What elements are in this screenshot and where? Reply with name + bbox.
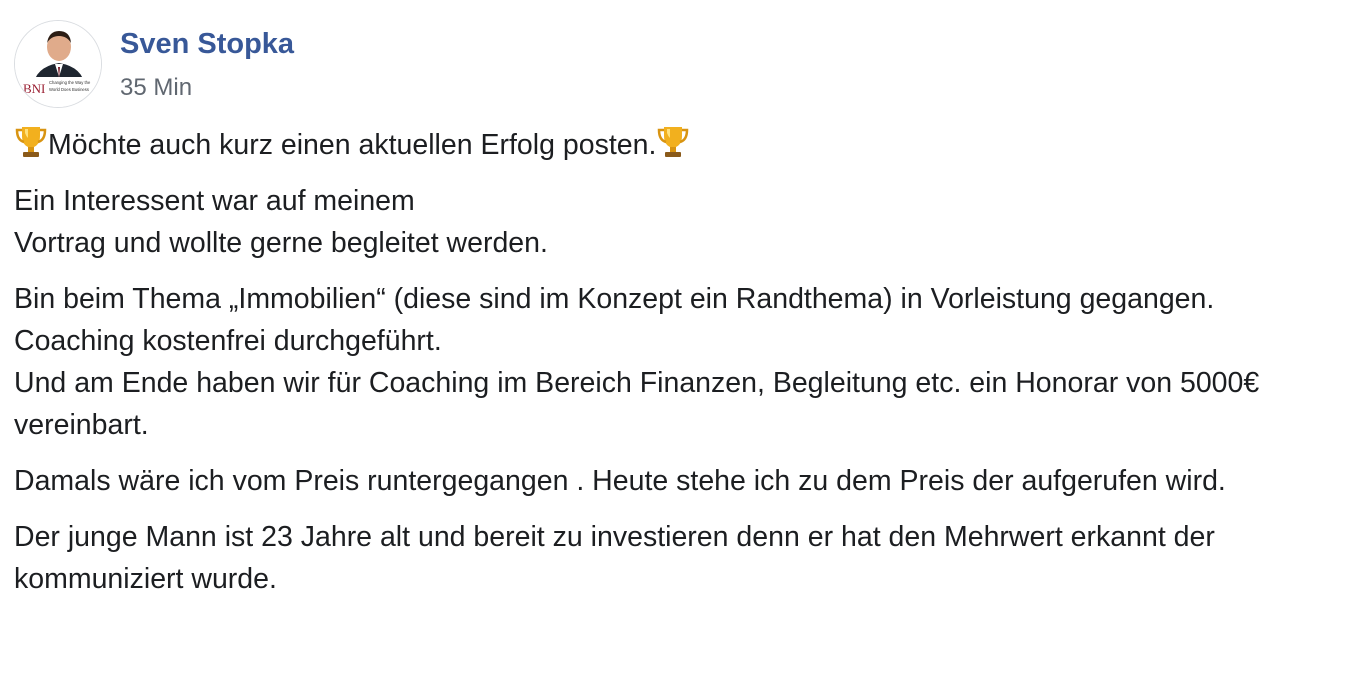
paragraph-line: Bin beim Thema „Immobilien“ (diese sind … (14, 283, 1215, 315)
facebook-post: BNI Changing the Way the World Does Busi… (0, 0, 1366, 680)
post-body: Möchte auch kurz einen aktuellen Erfolg … (14, 124, 1354, 614)
trophy-icon (656, 124, 690, 160)
trophy-icon (14, 124, 48, 160)
post-timestamp[interactable]: 35 Min (120, 74, 192, 102)
paragraph-line: Vortrag und wollte gerne begleitet werde… (14, 227, 548, 259)
post-paragraph: Ein Interessent war auf meinem Vortrag un… (14, 180, 1354, 264)
author-avatar[interactable]: BNI Changing the Way the World Does Busi… (14, 20, 102, 108)
post-paragraph: Damals wäre ich vom Preis runtergegangen… (14, 460, 1354, 502)
post-paragraph: Der junge Mann ist 23 Jahre alt und bere… (14, 516, 1354, 600)
author-name-link[interactable]: Sven Stopka (120, 28, 294, 61)
paragraph-line: Coaching kostenfrei durchgeführt. (14, 325, 442, 357)
svg-text:Changing the Way the: Changing the Way the (49, 80, 91, 85)
headline-text: Möchte auch kurz einen aktuellen Erfolg … (48, 129, 657, 161)
paragraph-line: Der junge Mann ist 23 Jahre alt und bere… (14, 521, 1215, 595)
avatar-badge-text: BNI (23, 81, 45, 96)
post-paragraph: Bin beim Thema „Immobilien“ (diese sind … (14, 278, 1354, 446)
paragraph-line: Und am Ende haben wir für Coaching im Be… (14, 367, 1260, 441)
post-headline: Möchte auch kurz einen aktuellen Erfolg … (14, 124, 1354, 166)
svg-text:World Does Business: World Does Business (49, 87, 89, 92)
paragraph-line: Ein Interessent war auf meinem (14, 185, 415, 217)
avatar-image: BNI Changing the Way the World Does Busi… (15, 21, 101, 107)
paragraph-line: Damals wäre ich vom Preis runtergegangen… (14, 465, 1226, 497)
